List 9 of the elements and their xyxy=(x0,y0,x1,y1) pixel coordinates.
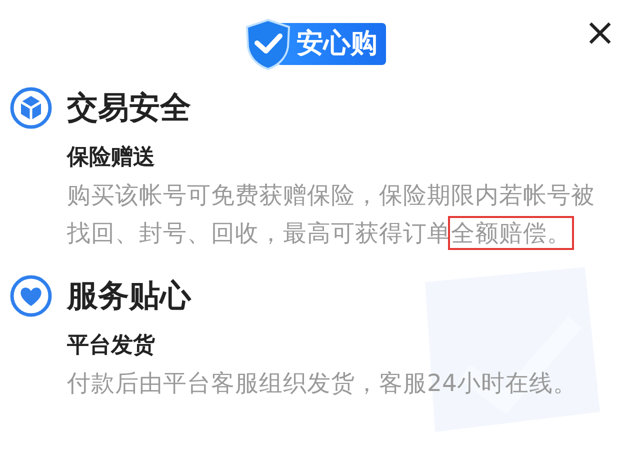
badge-label: 安心购 xyxy=(276,23,386,65)
section-description: 付款后由平台客服组织发货，客服24小时在线。 xyxy=(67,368,578,399)
section-subtitle: 平台发货 xyxy=(67,332,156,360)
section-subtitle: 保险赠送 xyxy=(67,144,156,172)
box-icon xyxy=(9,86,53,130)
section-title: 交易安全 xyxy=(67,89,191,128)
section-title: 服务贴心 xyxy=(67,277,191,316)
section-description: 购买该帐号可免费获赠保险，保险期限内若帐号被找回、封号、回收，最高可获得订单全额赔偿。 xyxy=(67,176,612,252)
close-button[interactable]: × xyxy=(580,12,620,52)
